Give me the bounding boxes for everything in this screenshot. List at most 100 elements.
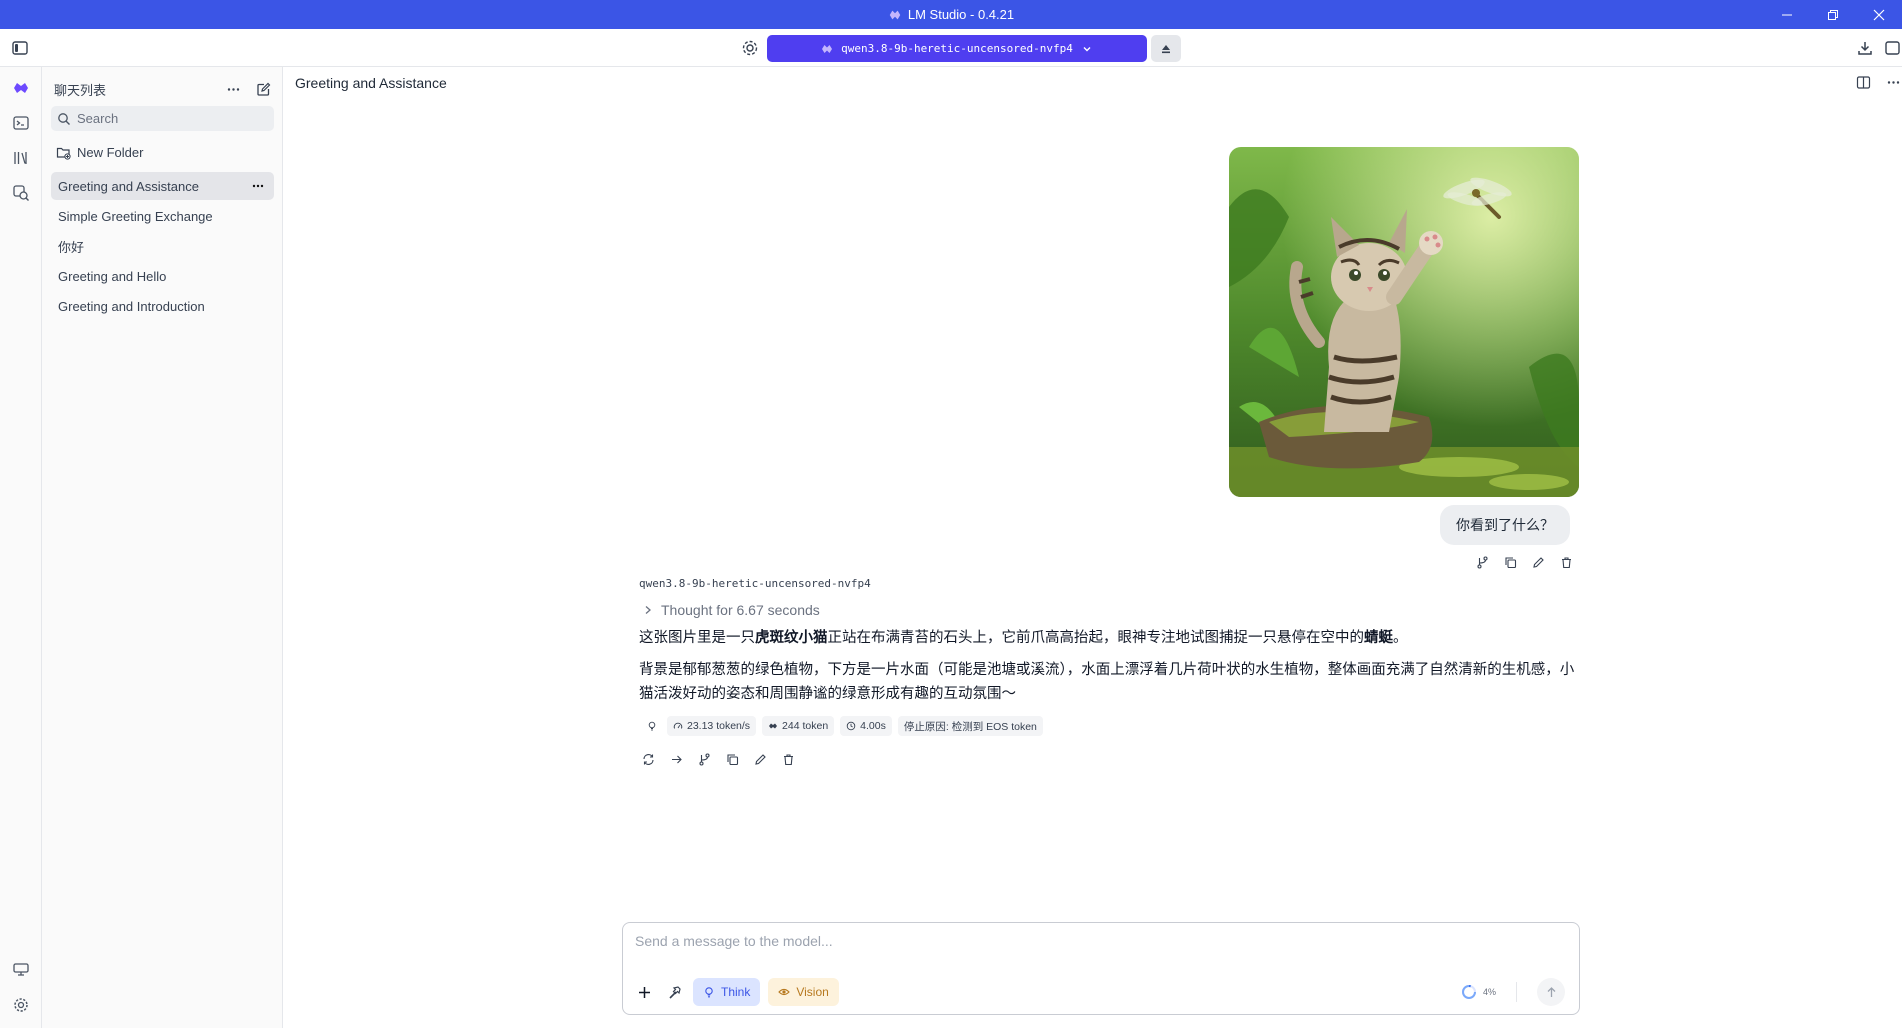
think-label: Think [721,985,751,999]
speedometer-icon [673,722,683,729]
eject-icon [1162,44,1170,53]
chat-icon [14,83,28,93]
model-settings-button[interactable] [740,38,760,58]
model-selector[interactable]: qwen3.8-9b-heretic-uncensored-nvfp4 [767,35,1147,62]
context-usage[interactable]: 4% [1461,984,1496,1000]
generation-time-text: 4.00s [860,720,886,732]
chat-title: Greeting and Assistance [295,75,447,91]
minimize-icon [1782,14,1792,15]
chat-item-more-button[interactable] [250,178,266,194]
copy-button[interactable] [1501,553,1519,571]
panel-icon [1885,41,1900,55]
rail-discover-button[interactable] [6,178,36,208]
more-horizontal-icon [252,184,264,188]
branch-icon [1476,555,1488,569]
thought-label: Thought for 6.67 seconds [661,602,820,618]
window-title: LM Studio - 0.4.21 [0,0,1902,29]
window-title-text: LM Studio - 0.4.21 [907,7,1015,22]
user-message-bubble: 你看到了什么？ [1440,505,1570,545]
composer-divider [1516,982,1517,1002]
chat-list-heading: 聊天列表 [54,82,107,98]
assistant-paragraph-1: 这张图片里是一只虎斑纹小猫正站在布满青苔的石头上，它前爪高高抬起，眼神专注地试图… [639,626,1579,650]
generation-stats: 23.13 token/s 244 token 4.00s 停止原因: 检测到 … [639,716,1579,736]
trash-icon [1561,556,1571,568]
rail-chat-button[interactable] [6,73,36,103]
chat-item-nihao[interactable]: 你好 [51,232,274,260]
chat-item-greeting-and-assistance[interactable]: Greeting and Assistance [51,172,274,200]
clock-icon [846,721,856,731]
vision-toggle[interactable]: Vision [768,978,839,1006]
think-toggle[interactable]: Think [693,978,761,1006]
chevron-right-icon [645,606,651,614]
lightbulb-icon [648,721,656,731]
para1-bold-dragonfly: 蜻蜓 [1364,630,1393,646]
vision-label: Vision [796,985,829,999]
branch-button[interactable] [1473,553,1491,571]
search-box[interactable] [51,106,274,131]
context-usage-text: 4% [1482,987,1496,997]
new-chat-button[interactable] [252,79,274,99]
trash-icon [783,753,793,765]
rail-developer-button[interactable] [6,108,36,138]
chat-item-greeting-and-hello[interactable]: Greeting and Hello [51,262,274,290]
continue-button[interactable] [667,750,685,768]
eye-icon [778,988,791,996]
stop-reason-badge: 停止原因: 检测到 EOS token [897,716,1043,736]
chat-item-greeting-and-introduction[interactable]: Greeting and Introduction [51,292,274,320]
lightbulb-icon [705,987,713,998]
rail-models-button[interactable] [6,143,36,173]
branch-button[interactable] [695,750,713,768]
sidebar-toggle-button[interactable] [9,38,31,58]
para1-bold-kitten: 虎斑纹小猫 [755,630,828,646]
tokens-per-second-badge: 23.13 token/s [667,716,757,736]
regenerate-button[interactable] [639,750,657,768]
stop-reason-text: 停止原因: 检测到 EOS token [903,720,1037,733]
edit-button[interactable] [751,750,769,768]
rail-hardware-button[interactable] [6,955,36,985]
downloads-button[interactable] [1854,38,1876,58]
more-horizontal-icon [1887,80,1899,84]
search-models-icon [13,185,29,201]
right-panel-button[interactable] [1882,38,1902,58]
chat-more-button[interactable] [1884,73,1902,91]
para1-text-e: 。 [1393,630,1408,646]
arrow-up-icon [1547,986,1555,997]
token-count-badge: 244 token [762,716,835,736]
chat-item-label: Greeting and Assistance [58,178,199,194]
tokens-per-second-text: 23.13 token/s [687,720,751,732]
nav-rail [0,67,42,1028]
close-button[interactable] [1856,0,1902,29]
message-input[interactable] [635,933,1565,957]
plus-icon [638,986,650,998]
hammer-icon [668,985,681,999]
user-attached-image[interactable] [1229,147,1579,497]
pencil-icon [754,753,766,765]
new-folder-button[interactable]: New Folder [56,142,143,162]
tools-button[interactable] [663,981,685,1003]
chat-item-label: Simple Greeting Exchange [58,208,213,224]
minimize-button[interactable] [1764,0,1810,29]
attach-button[interactable] [633,981,655,1003]
refresh-icon [642,753,654,765]
send-button[interactable] [1537,978,1565,1006]
delete-button[interactable] [1557,553,1575,571]
generation-time-badge: 4.00s [840,716,892,736]
copy-button[interactable] [723,750,741,768]
user-message-text: 你看到了什么？ [1456,517,1554,533]
sidebar-more-button[interactable] [222,79,244,99]
rail-settings-button[interactable] [6,990,36,1020]
stats-toggle-button[interactable] [643,716,661,736]
token-count-text: 244 token [782,720,829,732]
assistant-model-tag: qwen3.8-9b-heretic-uncensored-nvfp4 [639,577,871,590]
para1-text-a: 这张图片里是一只 [639,630,755,646]
restore-button[interactable] [1810,0,1856,29]
settings-sliders-icon [742,40,758,56]
delete-button[interactable] [779,750,797,768]
search-input[interactable] [77,111,257,126]
thought-toggle[interactable]: Thought for 6.67 seconds [639,602,1579,618]
eject-model-button[interactable] [1151,35,1181,62]
edit-button[interactable] [1529,553,1547,571]
chat-item-simple-greeting-exchange[interactable]: Simple Greeting Exchange [51,202,274,230]
chat-item-label: Greeting and Introduction [58,298,205,314]
split-view-button[interactable] [1854,73,1872,91]
